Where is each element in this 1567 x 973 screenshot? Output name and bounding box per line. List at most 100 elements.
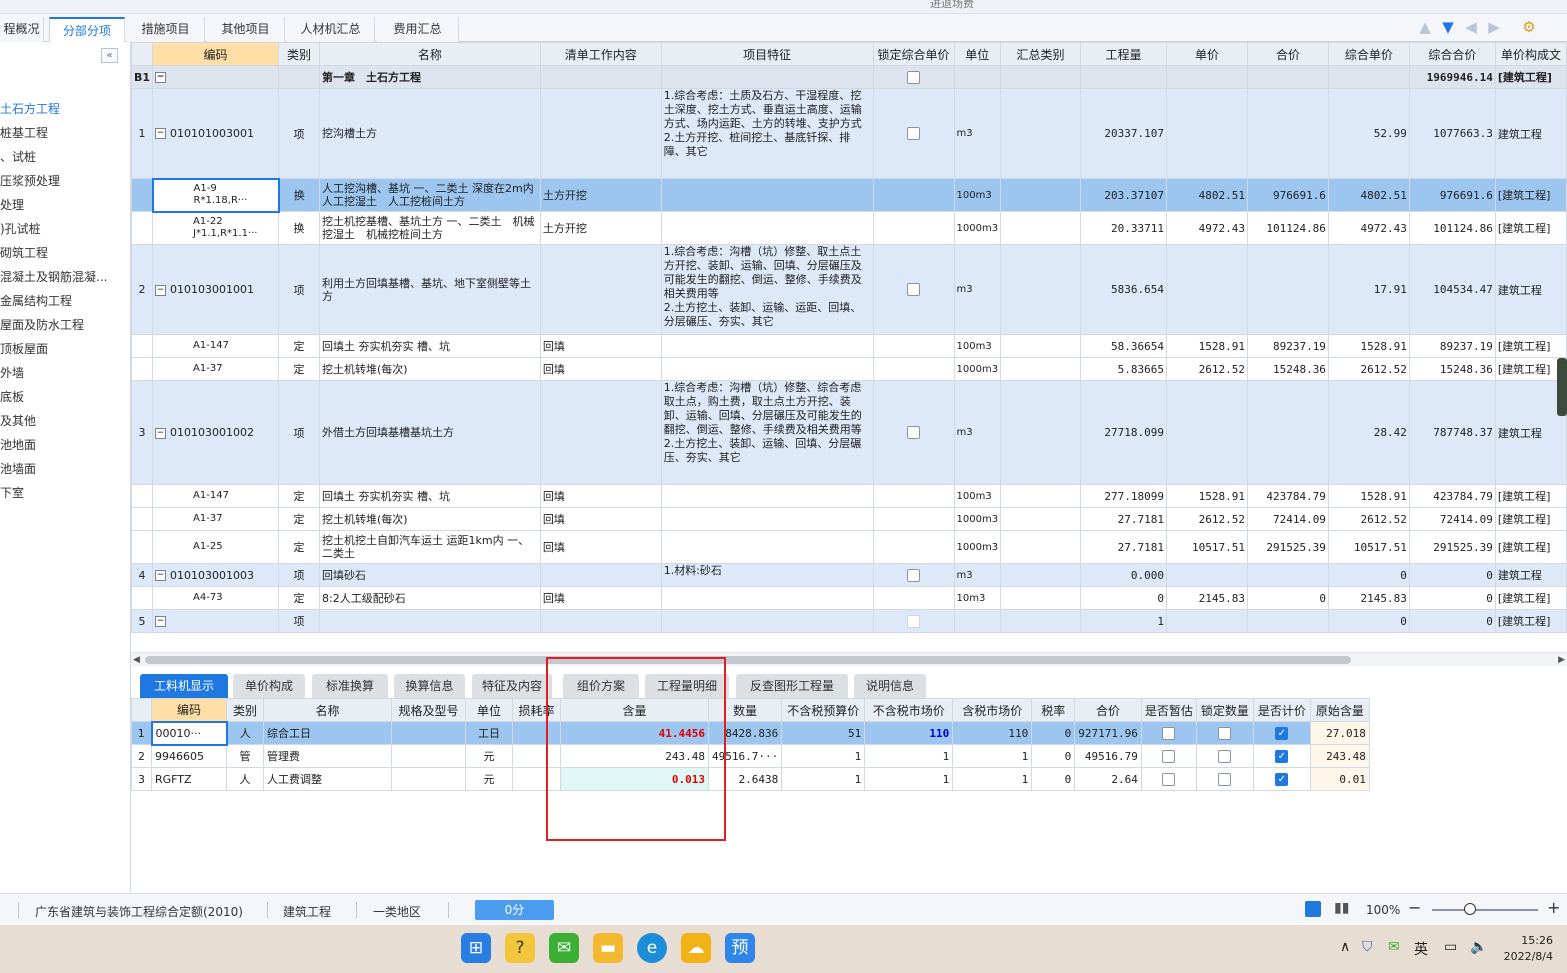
- column-header[interactable]: [131, 42, 154, 66]
- table-cell[interactable]: m3: [953, 563, 1002, 587]
- column-header[interactable]: 锁定数量: [1195, 698, 1254, 722]
- table-cell[interactable]: 项: [278, 609, 320, 633]
- table-cell[interactable]: [539, 65, 662, 89]
- table-cell[interactable]: [953, 609, 1002, 633]
- table-cell[interactable]: 0: [1327, 563, 1410, 587]
- table-cell[interactable]: 2612.52: [1327, 357, 1410, 381]
- column-header[interactable]: 规格及型号: [391, 698, 466, 722]
- collapse-toggle-icon[interactable]: −: [155, 570, 167, 581]
- tab-measures[interactable]: 措施项目: [127, 17, 205, 42]
- table-cell[interactable]: 工日: [465, 721, 513, 745]
- table-cell[interactable]: [1165, 563, 1248, 587]
- table-cell[interactable]: [1000, 65, 1082, 89]
- table-cell[interactable]: [953, 65, 1002, 89]
- table-cell[interactable]: 定: [278, 357, 320, 381]
- table-cell[interactable]: [1000, 334, 1082, 358]
- est-checkbox[interactable]: [1162, 749, 1176, 763]
- table-cell[interactable]: 元: [465, 767, 513, 791]
- table-cell[interactable]: 52.99: [1327, 88, 1410, 179]
- table-cell[interactable]: [建筑工程]: [1494, 609, 1567, 633]
- table-cell[interactable]: [1246, 65, 1329, 89]
- zoom-slider-track[interactable]: [1432, 909, 1538, 911]
- tab-overview[interactable]: 程概况: [0, 17, 44, 42]
- sidebar-item[interactable]: 砌筑工程: [0, 242, 130, 264]
- table-cell[interactable]: 1: [952, 744, 1033, 768]
- table-cell[interactable]: 元: [465, 744, 513, 768]
- column-header[interactable]: [131, 698, 152, 722]
- table-cell[interactable]: 定: [278, 507, 320, 531]
- table-cell[interactable]: 27.7181: [1080, 530, 1167, 564]
- table-cell[interactable]: 第一章 土石方工程: [319, 65, 541, 89]
- table-cell[interactable]: [1327, 65, 1410, 89]
- lock-cell[interactable]: [872, 530, 955, 564]
- column-header[interactable]: 原始含量: [1309, 698, 1370, 722]
- sidebar-item[interactable]: 底板: [0, 386, 130, 408]
- column-header[interactable]: 汇总类别: [1000, 42, 1082, 66]
- lock-cell[interactable]: [872, 88, 955, 179]
- vertical-scroll-thumb[interactable]: [1557, 358, 1567, 416]
- table-cell[interactable]: 2: [131, 744, 152, 768]
- table-cell[interactable]: [建筑工程]: [1494, 530, 1567, 564]
- column-header[interactable]: 不含税预算价: [781, 698, 866, 722]
- table-cell[interactable]: [1165, 65, 1248, 89]
- table-row[interactable]: 4−010103001003 项回填砂石 1.材料:砂石 m3 0.000 0 0 建筑工程: [131, 563, 1567, 587]
- table-cell[interactable]: 定: [278, 484, 320, 508]
- table-cell[interactable]: [1165, 609, 1248, 633]
- table-cell[interactable]: [1246, 88, 1329, 179]
- lock-checkbox[interactable]: [907, 614, 921, 628]
- table-cell[interactable]: [1000, 380, 1082, 485]
- table-cell[interactable]: 4: [131, 563, 154, 587]
- table-cell[interactable]: 0: [1031, 767, 1076, 791]
- table-cell[interactable]: [1246, 609, 1329, 633]
- table-cell[interactable]: 0: [1031, 721, 1076, 745]
- table-cell[interactable]: 回填: [539, 484, 662, 508]
- table-cell[interactable]: 土方开挖: [539, 178, 662, 212]
- table-cell[interactable]: 100m3: [953, 178, 1002, 212]
- code-cell[interactable]: −010101003001: [152, 88, 280, 179]
- table-cell[interactable]: 管: [226, 744, 264, 768]
- table-cell[interactable]: 423784.79: [1246, 484, 1329, 508]
- priced-cell[interactable]: ✓: [1252, 744, 1311, 768]
- table-cell[interactable]: 人: [226, 721, 264, 745]
- table-cell[interactable]: 277.18099: [1080, 484, 1167, 508]
- table-cell[interactable]: 2145.83: [1327, 586, 1410, 610]
- table-cell[interactable]: 回填土 夯实机夯实 槽、坑: [319, 334, 541, 358]
- arrow-right-icon[interactable]: ▶: [1485, 18, 1503, 36]
- table-cell[interactable]: [1000, 484, 1082, 508]
- table-cell[interactable]: [建筑工程]: [1494, 484, 1567, 508]
- table-row[interactable]: 1−010101003001 项挖沟槽土方 1.综合考虑：土质及石方、干湿程度、挖土…: [131, 88, 1567, 179]
- collapse-toggle-icon[interactable]: −: [155, 284, 167, 296]
- table-cell[interactable]: 利用土方回填基槽、基坑、地下室侧壁等土方: [319, 244, 541, 335]
- code-cell[interactable]: A1-147: [152, 334, 280, 358]
- material-row[interactable]: 1 00010··· 人综合工日 工日 41.4456 8428.836 51 110 110 0…: [131, 720, 1370, 746]
- wechat-icon[interactable]: ✉: [549, 933, 579, 963]
- table-cell[interactable]: 人: [226, 767, 264, 791]
- table-cell[interactable]: 0: [1408, 586, 1496, 610]
- table-row[interactable]: 5− 项 1 0 0 [建筑工程]: [131, 609, 1567, 633]
- sidebar-item[interactable]: 下室: [0, 482, 130, 504]
- table-cell[interactable]: 9946605: [151, 744, 227, 768]
- table-cell[interactable]: [391, 744, 466, 768]
- table-cell[interactable]: 4972.43: [1165, 211, 1248, 245]
- table-cell[interactable]: 8:2人工级配砂石: [319, 586, 541, 610]
- table-cell[interactable]: 1.综合考虑：沟槽（坑）修整、综合考虑取土点，购土费，取土点土方开挖、装卸、运输…: [660, 380, 874, 485]
- notification-icon[interactable]: ▭: [1444, 939, 1457, 955]
- table-cell[interactable]: [660, 65, 874, 89]
- sidebar-item[interactable]: 土石方工程: [0, 98, 130, 120]
- table-cell[interactable]: 1000m3: [953, 357, 1002, 381]
- table-cell[interactable]: 0: [1246, 586, 1329, 610]
- material-row[interactable]: 3 RGFTZ 人人工费调整元 0.013 2.6438 1 1 1 0 2.64 ✓ 0.01: [131, 767, 1370, 791]
- table-cell[interactable]: 2612.52: [1327, 507, 1410, 531]
- table-cell[interactable]: 0: [1031, 744, 1076, 768]
- tab-other[interactable]: 其他项目: [207, 17, 285, 42]
- chevron-up-icon[interactable]: ∧: [1340, 939, 1350, 955]
- horizontal-scrollbar[interactable]: ◀ ▶: [131, 652, 1567, 666]
- table-cell[interactable]: 58.36654: [1080, 334, 1167, 358]
- table-cell[interactable]: [建筑工程]: [1494, 586, 1567, 610]
- windows-start-icon[interactable]: ⊞: [461, 933, 491, 963]
- table-cell[interactable]: [建筑工程]: [1494, 507, 1567, 531]
- table-cell[interactable]: [建筑工程]: [1494, 65, 1567, 89]
- table-cell[interactable]: 3: [131, 767, 152, 791]
- table-cell[interactable]: 72414.09: [1408, 507, 1496, 531]
- table-cell[interactable]: 定: [278, 586, 320, 610]
